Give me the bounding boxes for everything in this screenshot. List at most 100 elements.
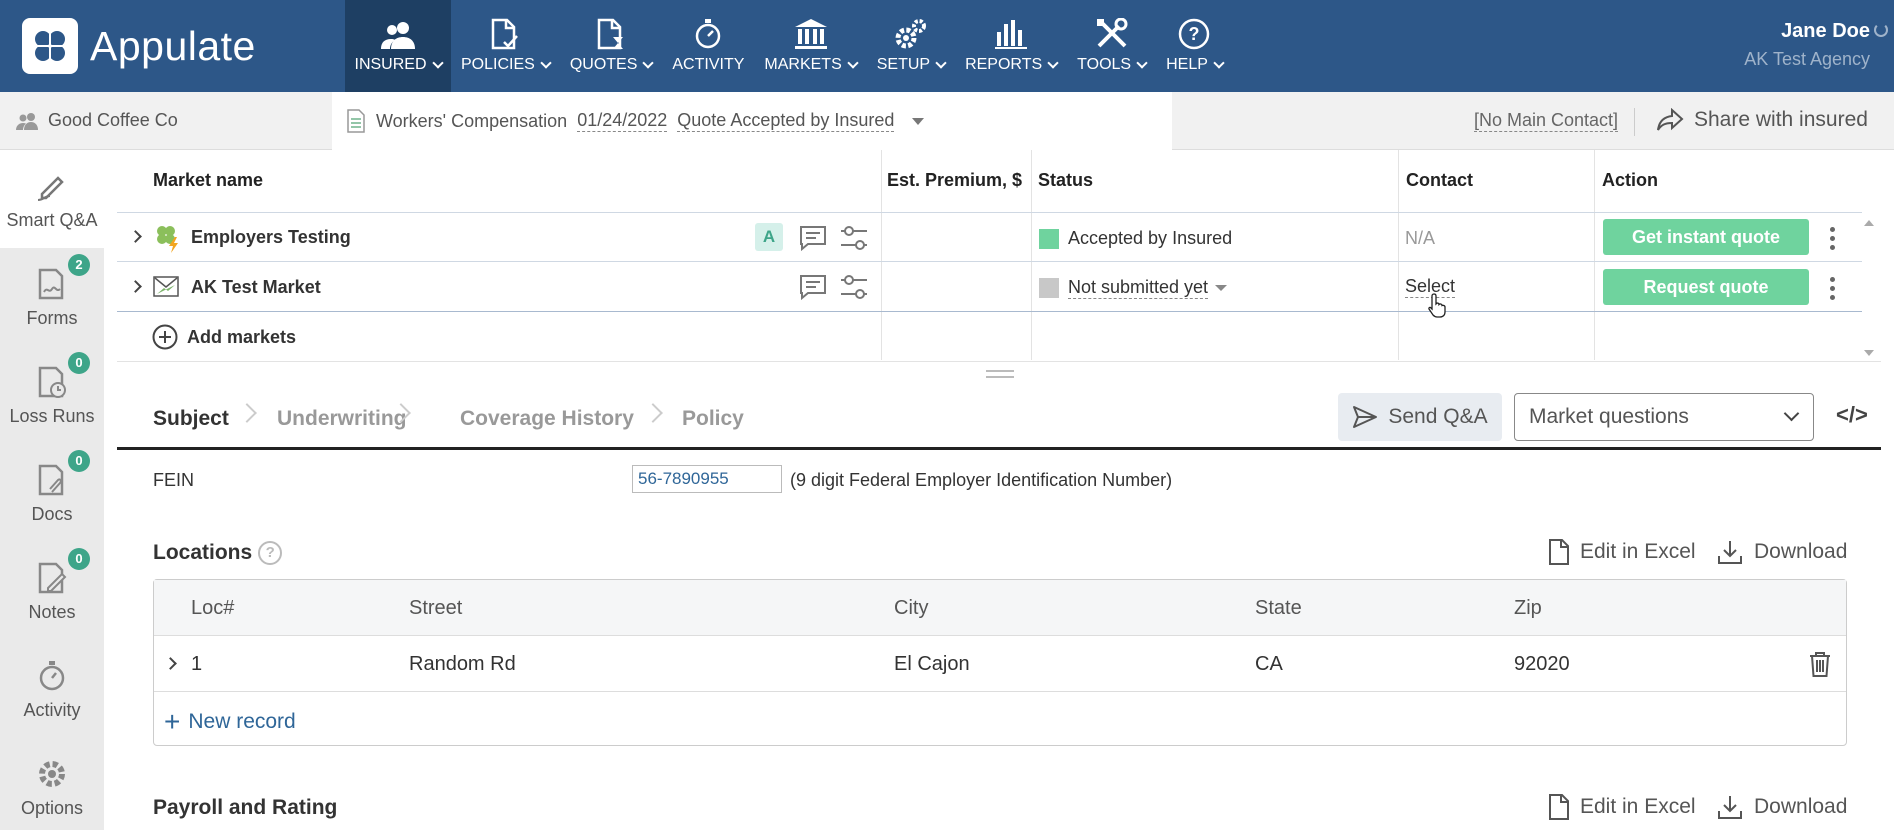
nav-activity[interactable]: ACTIVITY <box>662 0 754 92</box>
share-arrow-icon <box>1657 108 1684 131</box>
col-header-state: State <box>1255 597 1302 619</box>
col-header-zip: Zip <box>1514 597 1542 619</box>
user-menu[interactable]: Jane Doe AK Test Agency <box>1744 20 1888 70</box>
chevron-right-icon[interactable] <box>164 657 177 670</box>
nav-markets[interactable]: MARKETS <box>754 0 866 92</box>
nav-tools-label: TOOLS <box>1077 56 1132 73</box>
sidebar-item-forms[interactable]: 2 Forms <box>0 248 104 346</box>
col-header-loc: Loc# <box>191 597 235 619</box>
cell-zip: 92020 <box>1514 653 1570 675</box>
gears-icon <box>895 19 926 49</box>
nav-setup[interactable]: SETUP <box>867 0 955 92</box>
policy-context-bar: Good Coffee Co Workers' Compensation 01/… <box>0 92 1894 150</box>
document-icon <box>347 109 365 133</box>
code-toggle-icon[interactable]: </> <box>1836 402 1868 428</box>
app-logo[interactable]: Appulate <box>0 0 345 92</box>
sidebar-item-options[interactable]: Options <box>0 738 104 830</box>
fein-label: FEIN <box>153 470 195 490</box>
file-icon <box>1549 539 1569 565</box>
sliders-icon[interactable] <box>839 223 869 258</box>
power-icon[interactable] <box>1874 23 1888 37</box>
resize-handle[interactable] <box>986 370 1014 378</box>
nav-tools[interactable]: TOOLS <box>1067 0 1156 92</box>
tab-policy[interactable]: Policy <box>682 407 744 431</box>
add-markets-label: Add markets <box>187 326 297 347</box>
sidebar-item-loss-runs[interactable]: 0 Loss Runs <box>0 346 104 444</box>
nav-reports[interactable]: REPORTS <box>955 0 1067 92</box>
policy-date[interactable]: 01/24/2022 <box>577 110 668 132</box>
gear-icon <box>34 756 70 792</box>
more-menu-icon[interactable] <box>1830 227 1836 254</box>
chevron-down-icon <box>642 56 655 69</box>
download-button[interactable]: Download <box>1716 538 1847 566</box>
notes-count-badge: 0 <box>68 547 90 570</box>
comment-icon[interactable] <box>799 225 827 256</box>
policy-selector[interactable]: Workers' Compensation 01/24/2022 Quote A… <box>332 92 1172 150</box>
caret-down-icon[interactable] <box>912 117 925 125</box>
request-quote-button[interactable]: Request quote <box>1603 269 1809 305</box>
nav-help[interactable]: ? HELP <box>1156 0 1233 92</box>
nav-insured[interactable]: INSURED <box>345 0 451 92</box>
more-menu-icon[interactable] <box>1830 277 1836 304</box>
chevron-down-icon <box>935 56 947 69</box>
sliders-icon[interactable] <box>839 272 869 307</box>
scrollbar[interactable] <box>1862 216 1876 360</box>
clover-logo-icon <box>22 18 78 74</box>
user-agency: AK Test Agency <box>1744 49 1870 69</box>
docs-icon: 0 <box>34 449 90 498</box>
get-instant-quote-button[interactable]: Get instant quote <box>1603 219 1809 255</box>
sidebar-item-notes[interactable]: 0 Notes <box>0 542 104 640</box>
download-button[interactable]: Download <box>1716 793 1847 821</box>
trash-icon[interactable] <box>1807 650 1833 683</box>
market-row[interactable]: AK Test Market Not submitted yet Select … <box>117 262 1862 318</box>
new-record-button[interactable]: + New record <box>164 708 296 736</box>
download-icon <box>1718 796 1742 819</box>
sidebar-item-activity[interactable]: Activity <box>0 640 104 738</box>
comment-icon[interactable] <box>799 274 827 305</box>
add-markets-button[interactable]: Add markets <box>152 324 296 350</box>
quote-doc-icon <box>597 18 624 50</box>
table-row[interactable]: 1 Random Rd El Cajon CA 92020 <box>154 636 1846 692</box>
locations-table: Loc# Street City State Zip 1 Random Rd E… <box>153 579 1847 746</box>
chevron-right-icon[interactable] <box>129 230 142 243</box>
bank-icon <box>794 19 827 49</box>
tab-coverage-history[interactable]: Coverage History <box>460 407 634 431</box>
stopwatch-icon <box>696 19 721 49</box>
svg-text:?: ? <box>1189 24 1200 44</box>
send-icon <box>1353 406 1378 428</box>
help-icon[interactable]: ? <box>258 541 283 566</box>
chevron-right-icon[interactable] <box>129 280 142 293</box>
locations-title: Locations? <box>153 541 283 566</box>
share-with-insured-button[interactable]: Share with insured <box>1656 108 1868 132</box>
sidebar-item-smart-qa[interactable]: Smart Q&A <box>0 150 104 248</box>
envelope-icon <box>153 274 179 303</box>
market-questions-select[interactable]: Market questions <box>1514 393 1814 441</box>
appetite-badge: A <box>755 223 783 251</box>
sidebar-item-label: Docs <box>31 503 73 524</box>
policy-status[interactable]: Quote Accepted by Insured <box>677 110 895 132</box>
send-qa-button[interactable]: Send Q&A <box>1338 393 1502 441</box>
tab-underwriting[interactable]: Underwriting <box>277 407 407 431</box>
insured-link[interactable]: Good Coffee Co <box>16 110 178 131</box>
chevron-down-icon <box>1136 56 1148 69</box>
share-label: Share with insured <box>1694 108 1868 131</box>
nav-insured-label: INSURED <box>354 56 427 73</box>
help-circle-icon: ? <box>1179 18 1210 50</box>
download-label: Download <box>1754 795 1848 818</box>
forms-count-badge: 2 <box>68 253 90 276</box>
status-dropdown[interactable]: Not submitted yet <box>1068 277 1209 299</box>
edit-in-excel-button[interactable]: Edit in Excel <box>1548 538 1696 566</box>
forms-icon: 2 <box>34 253 90 302</box>
people-icon <box>16 112 38 130</box>
loss-runs-count-badge: 0 <box>68 351 90 374</box>
market-row[interactable]: Employers Testing A Accepted by Insured … <box>117 212 1862 262</box>
main-contact-link[interactable]: [No Main Contact] <box>1474 110 1619 132</box>
fein-field[interactable] <box>632 465 782 493</box>
edit-in-excel-button[interactable]: Edit in Excel <box>1548 793 1696 821</box>
tab-subject[interactable]: Subject <box>153 407 229 431</box>
caret-down-icon[interactable] <box>1215 285 1227 291</box>
chevron-down-icon <box>540 56 552 69</box>
sidebar-item-docs[interactable]: 0 Docs <box>0 444 104 542</box>
nav-policies[interactable]: POLICIES <box>451 0 560 92</box>
nav-quotes[interactable]: QUOTES <box>560 0 663 92</box>
